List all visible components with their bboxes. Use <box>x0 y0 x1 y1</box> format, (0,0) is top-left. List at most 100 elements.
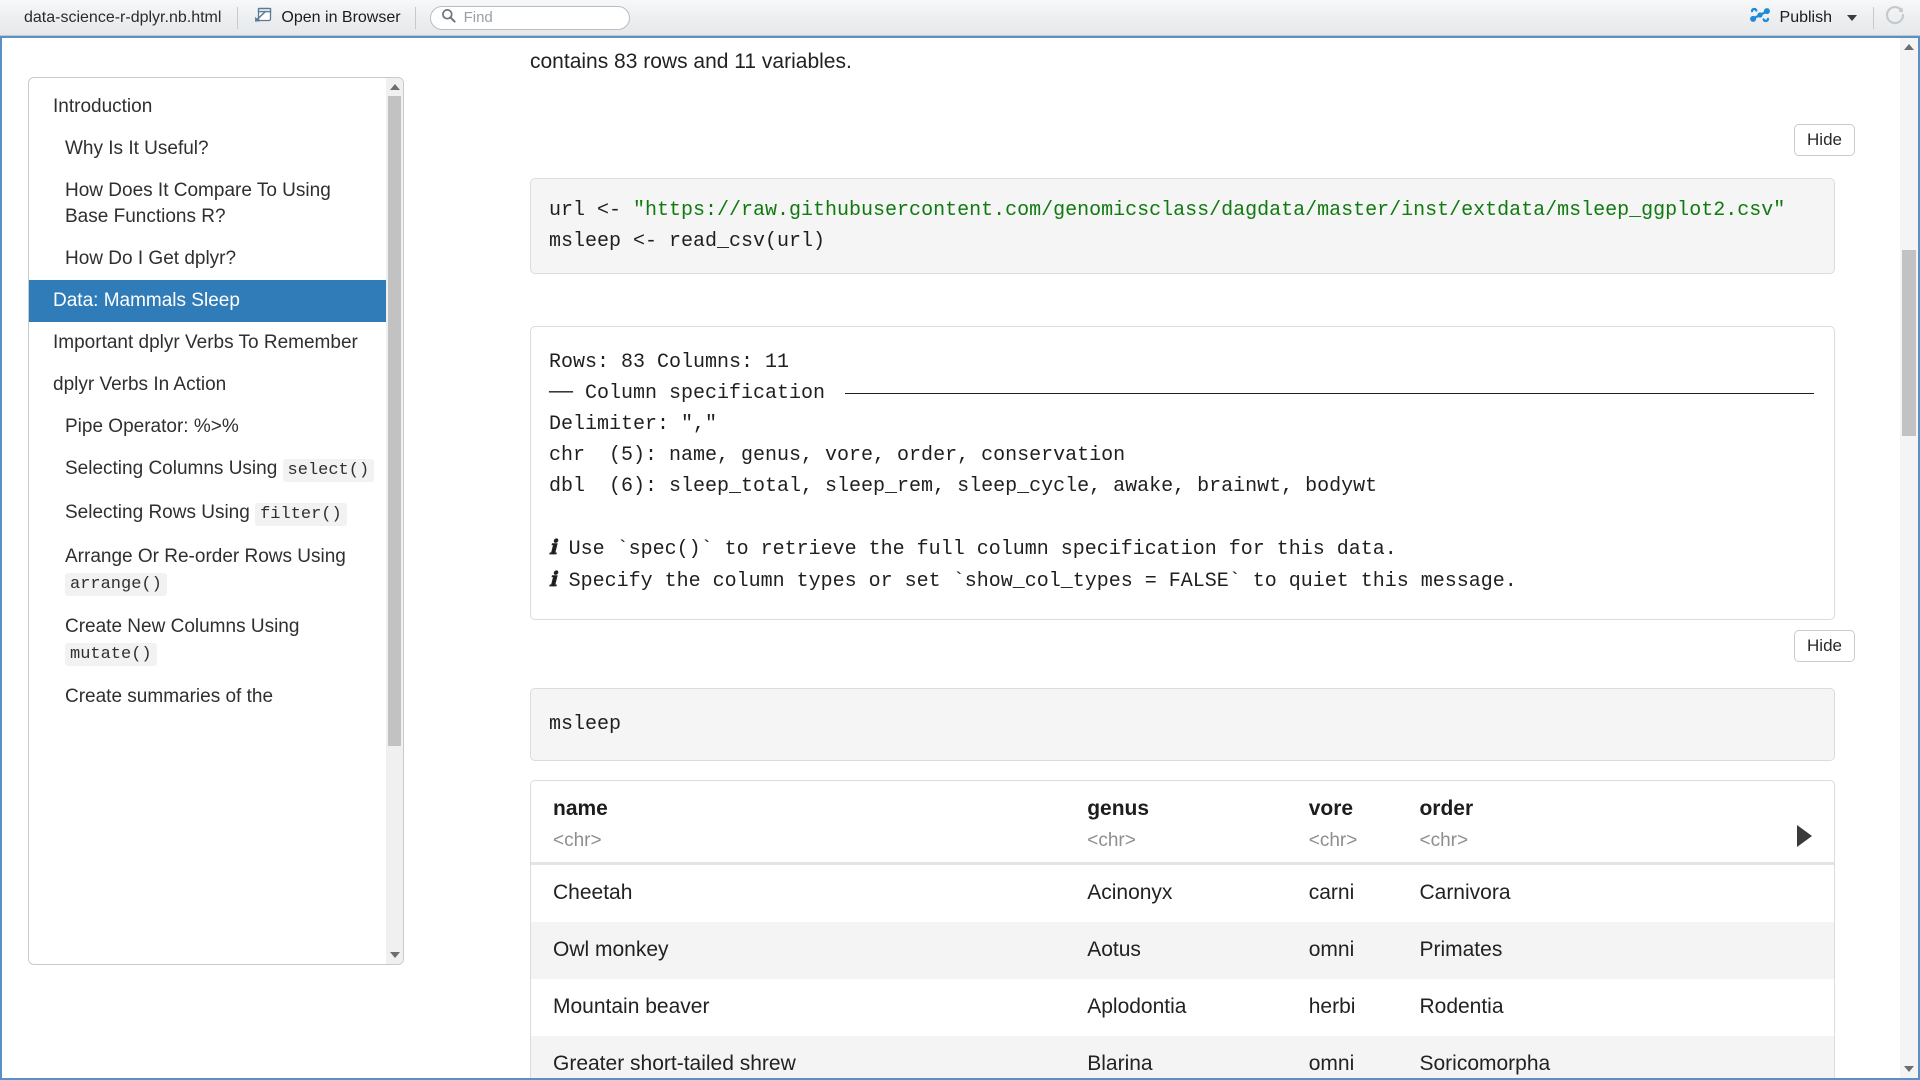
toc-item-label: Introduction <box>53 96 153 117</box>
toc-item[interactable]: How Do I Get dplyr? <box>29 238 387 280</box>
chevron-down-icon <box>1904 1066 1914 1072</box>
code-line-1-prefix: url <- <box>549 199 634 222</box>
table-column-header[interactable]: name <chr> <box>531 781 1065 864</box>
preview-scrollbar-thumb[interactable] <box>1902 250 1916 436</box>
chevron-up-icon <box>389 84 400 90</box>
toc-scrollbar-thumb[interactable] <box>388 96 401 746</box>
preview-scrollbar-down-arrow[interactable] <box>1900 1062 1918 1076</box>
toc-item[interactable]: How Does It Compare To Using Base Functi… <box>29 170 387 238</box>
toc-scrollbar-down-arrow[interactable] <box>386 948 403 962</box>
preview-scrollbar-up-arrow[interactable] <box>1900 40 1918 54</box>
toc-item[interactable]: dplyr Verbs In Action <box>29 364 387 406</box>
table-column-header[interactable]: order <chr> <box>1397 781 1834 864</box>
chevron-down-icon[interactable] <box>1847 14 1857 21</box>
intro-paragraph: contains 83 rows and 11 variables. <box>530 50 852 73</box>
info-icon: ℹ <box>549 537 557 559</box>
toc-item[interactable]: Create summaries of the <box>29 676 387 718</box>
code-block-source-2[interactable]: msleep <box>530 688 1835 761</box>
toc-item[interactable]: Introduction <box>29 86 387 128</box>
refresh-button[interactable] <box>1873 4 1906 31</box>
open-in-browser-label: Open in Browser <box>281 8 401 26</box>
toc-item-label: Create summaries of the <box>65 686 274 707</box>
toc-pane: Introduction Why Is It Useful? How Does It… <box>2 38 530 1078</box>
code-line-2: msleep <- read_csv(url) <box>549 230 826 253</box>
open-external-icon <box>252 6 272 30</box>
hide-button-1[interactable]: Hide <box>1794 124 1855 156</box>
table-column-header[interactable]: vore <chr> <box>1287 781 1398 864</box>
table-column-type: <chr> <box>1419 830 1469 851</box>
toc-item-label: Create New Columns Using <box>65 616 300 637</box>
toc-item-code: mutate() <box>65 643 157 666</box>
toc-item[interactable]: Arrange Or Re-order Rows Using arrange() <box>29 536 387 606</box>
toolbar-right-group: Publish <box>1743 4 1920 32</box>
notebook-preview-pane: contains 83 rows and 11 variables. Hide … <box>530 38 1918 1078</box>
code-block-source-1[interactable]: url <- "https://raw.githubusercontent.co… <box>530 178 1835 274</box>
toc-item-label: Selecting Columns Using <box>65 458 278 479</box>
code-line-1-string: "https://raw.githubusercontent.com/genom… <box>633 199 1786 222</box>
data-frame-table: name <chr> genus <chr> vore <chr> order <chr> C… <box>530 780 1835 1078</box>
publish-icon <box>1749 6 1771 29</box>
toc-item-code: arrange() <box>65 573 167 596</box>
table-cell-vore: omni <box>1308 1052 1355 1075</box>
publish-label: Publish <box>1779 8 1832 26</box>
table-cell-genus: Blarina <box>1087 1052 1153 1075</box>
table-column-name: genus <box>1087 797 1150 820</box>
toc-scrollbar-up-arrow[interactable] <box>386 80 403 94</box>
table-row: Greater short-tailed shrew Blarina omni Sor… <box>531 1035 1834 1078</box>
table-cell-vore: omni <box>1308 938 1355 961</box>
toc-item-label: dplyr Verbs In Action <box>53 374 227 395</box>
table-cell-vore: herbi <box>1308 995 1356 1018</box>
toc-item-label: How Do I Get dplyr? <box>65 248 237 269</box>
info-icon: ℹ <box>549 569 557 591</box>
table-cell-order: Soricomorpha <box>1419 1052 1551 1075</box>
code-block-2-line-1: msleep <box>549 713 622 736</box>
table-cell-genus: Acinonyx <box>1087 881 1173 904</box>
table-row: Owl monkey Aotus omni Primates <box>531 921 1834 979</box>
table-cell-order: Primates <box>1419 938 1503 961</box>
chevron-down-icon <box>389 952 400 958</box>
table-cell-name: Owl monkey <box>553 938 669 961</box>
find-input[interactable]: Find <box>429 5 630 30</box>
table-cell-order: Carnivora <box>1419 881 1511 904</box>
table-row: Mountain beaver Aplodontia herbi Rodentia <box>531 979 1834 1036</box>
toc-scrollbar[interactable] <box>386 78 403 964</box>
table-column-type: <chr> <box>1087 830 1136 851</box>
output-line-delimiter: Delimiter: "," <box>549 413 718 436</box>
table-body: Cheetah Acinonyx carni Carnivora Owl monkey A… <box>531 864 1834 1078</box>
toc-item[interactable]: Important dplyr Verbs To Remember <box>29 322 387 364</box>
toc-item-label: Pipe Operator: %>% <box>65 416 239 437</box>
toc-item-label: Selecting Rows Using <box>65 502 250 523</box>
toc-item-code: select() <box>282 459 375 482</box>
toc-box: Introduction Why Is It Useful? How Does It… <box>28 77 404 965</box>
table-cell-name: Greater short-tailed shrew <box>553 1052 796 1075</box>
toc-item[interactable]: Selecting Columns Using select() <box>29 448 387 492</box>
triangle-right-icon[interactable] <box>1797 825 1812 847</box>
hide-button-2[interactable]: Hide <box>1794 630 1855 662</box>
editor-toolbar: data-science-r-dplyr.nb.html Open in Bro… <box>0 0 1920 36</box>
table-column-name: vore <box>1308 797 1354 820</box>
refresh-icon <box>1884 4 1906 31</box>
table-cell-order: Rodentia <box>1419 995 1504 1018</box>
search-icon <box>441 8 456 28</box>
open-in-browser-button[interactable]: Open in Browser <box>238 3 414 33</box>
table-cell-genus: Aotus <box>1087 938 1141 961</box>
table-column-header[interactable]: genus <chr> <box>1065 781 1287 864</box>
toc-item[interactable]: Selecting Rows Using filter() <box>29 492 387 536</box>
table-cell-name: Mountain beaver <box>553 995 710 1018</box>
output-info-line-2: ℹ Specify the column types or set `show_… <box>549 569 1517 593</box>
publish-button[interactable]: Publish <box>1743 4 1863 32</box>
output-line-dbl: dbl (6): sleep_total, sleep_rem, sleep_c… <box>549 475 1378 498</box>
toc-item[interactable]: Why Is It Useful? <box>29 128 387 170</box>
output-line-chr: chr (5): name, genus, vore, order, conse… <box>549 444 1126 467</box>
table-column-name: order <box>1419 797 1474 820</box>
toc-item[interactable]: Data: Mammals Sleep <box>29 280 387 322</box>
table-column-type: <chr> <box>1308 830 1358 851</box>
code-block-output-1: Rows: 83 Columns: 11 ── Column specificat… <box>530 326 1835 620</box>
toc-item-label: How Does It Compare To Using Base Functi… <box>65 180 331 227</box>
toc-item[interactable]: Pipe Operator: %>% <box>29 406 387 448</box>
table-cell-vore: carni <box>1308 881 1355 904</box>
toc-item[interactable]: Create New Columns Using mutate() <box>29 606 387 676</box>
table-cell-genus: Aplodontia <box>1087 995 1187 1018</box>
toc-list: Introduction Why Is It Useful? How Does It… <box>29 86 387 718</box>
preview-scrollbar[interactable] <box>1900 38 1918 1078</box>
